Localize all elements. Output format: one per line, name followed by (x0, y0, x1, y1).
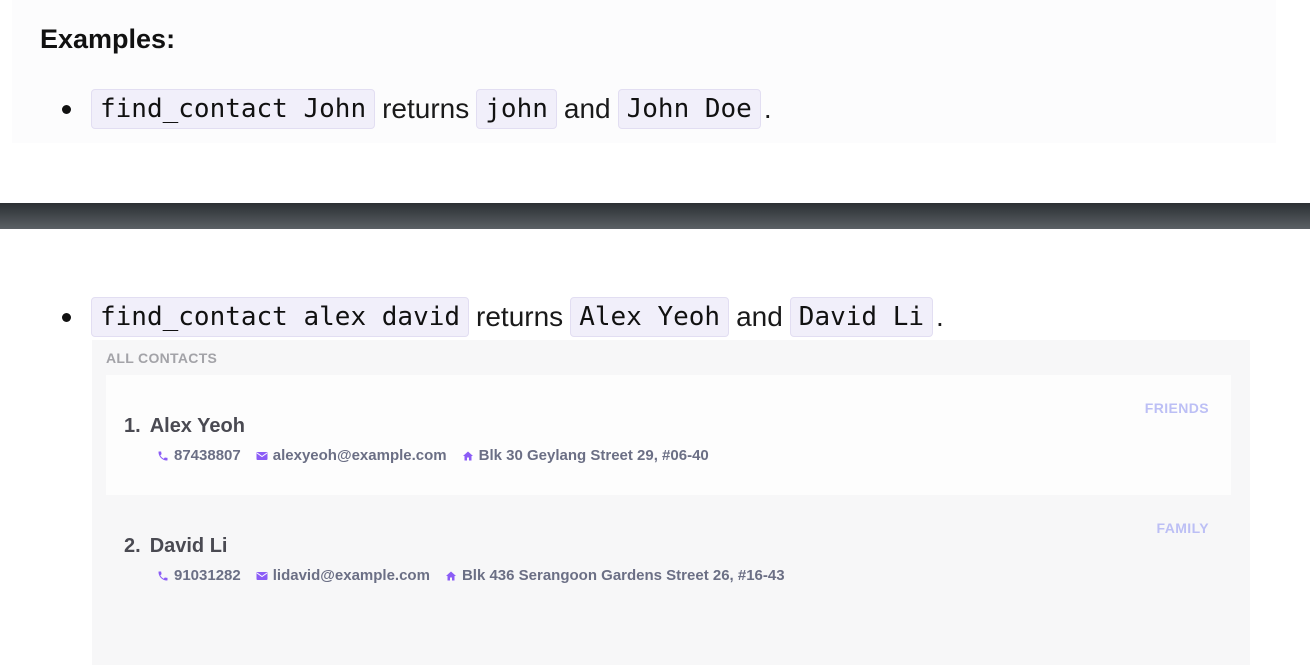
address-text: Blk 30 Geylang Street 29, #06-40 (478, 447, 709, 464)
email-text: lidavid@example.com (272, 567, 430, 584)
contact-card[interactable]: 2. David Li FAMILY 91031282 lidavid@examp… (106, 495, 1231, 615)
phone-text: 91031282 (174, 567, 241, 584)
home-icon (461, 449, 475, 463)
phone-text: 87438807 (174, 447, 241, 464)
contact-email: lidavid@example.com (255, 567, 430, 584)
contact-email: alexyeoh@example.com (255, 447, 447, 464)
contact-name: 2. David Li (124, 535, 227, 558)
example-result-1: john (476, 89, 557, 129)
contact-address: Blk 30 Geylang Street 29, #06-40 (461, 447, 709, 464)
contact-details: 91031282 lidavid@example.com Blk 436 Ser… (156, 567, 799, 584)
contact-index: 2. (124, 535, 141, 557)
contact-name: 1. Alex Yeoh (124, 415, 245, 438)
address-text: Blk 436 Serangoon Gardens Street 26, #16… (461, 567, 785, 584)
home-icon (444, 569, 458, 583)
period-text: . (936, 301, 944, 332)
example-item-1: find_contact John returns john and John … (62, 89, 772, 129)
contact-index: 1. (124, 415, 141, 437)
example-item-2: find_contact alex david returns Alex Yeo… (62, 297, 944, 337)
examples-heading: Examples: (40, 24, 176, 54)
example-result-2: David Li (789, 297, 934, 337)
list-header: ALL CONTACTS (106, 350, 218, 366)
contact-name-text: Alex Yeoh (149, 415, 245, 437)
section-divider (0, 203, 1310, 229)
contact-details: 87438807 alexyeoh@example.com Blk 30 Gey… (156, 447, 723, 464)
email-text: alexyeoh@example.com (272, 447, 447, 464)
returns-text: returns (382, 93, 470, 124)
email-icon (255, 569, 269, 583)
contact-name-text: David Li (149, 535, 228, 557)
and-text: and (563, 93, 611, 124)
and-text: and (736, 301, 783, 332)
phone-icon (156, 449, 170, 463)
bullet-icon (62, 312, 71, 322)
phone-icon (156, 569, 170, 583)
period-text: . (763, 93, 772, 124)
returns-text: returns (476, 301, 564, 332)
example-result-1: Alex Yeoh (570, 297, 730, 337)
contact-phone: 87438807 (156, 447, 241, 464)
bullet-icon (62, 104, 71, 114)
contact-card[interactable]: 1. Alex Yeoh FRIENDS 87438807 alexyeoh@ex… (106, 375, 1231, 495)
email-icon (255, 449, 269, 463)
contact-phone: 91031282 (156, 567, 241, 584)
contact-list-panel: ALL CONTACTS 1. Alex Yeoh FRIENDS 8743880… (92, 340, 1250, 665)
contact-address: Blk 436 Serangoon Gardens Street 26, #16… (444, 567, 785, 584)
example-command: find_contact alex david (91, 297, 470, 337)
example-result-2: John Doe (617, 89, 761, 129)
contact-tag: FAMILY (1156, 520, 1209, 536)
example-command: find_contact John (91, 89, 376, 129)
contact-tag: FRIENDS (1144, 400, 1209, 416)
